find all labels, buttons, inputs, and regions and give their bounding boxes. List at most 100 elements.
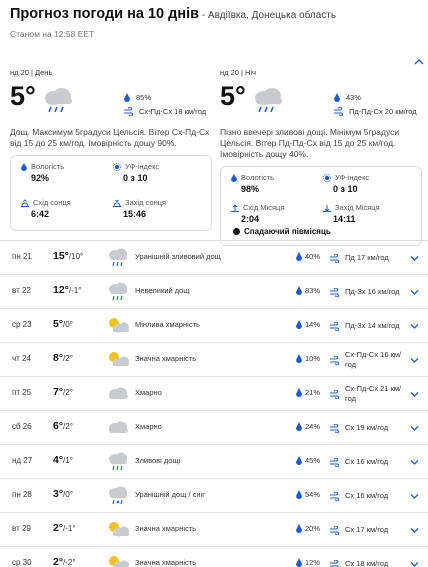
forecast-row[interactable]: пт 25 7°/2° Хмарно 21% Сх-Пд-Сх 21 км/год bbox=[0, 376, 428, 410]
forecast-precip: 54% bbox=[296, 490, 320, 499]
chevron-down-icon[interactable] bbox=[410, 289, 419, 296]
chevron-down-icon[interactable] bbox=[410, 493, 419, 500]
forecast-low: /1° bbox=[63, 456, 73, 465]
forecast-high: 2° bbox=[53, 522, 64, 534]
humidity-icon bbox=[21, 162, 27, 171]
collapse-chevron-icon[interactable] bbox=[414, 58, 424, 66]
day-info-box: Вологість 92% УФ-індекс 0 з 10 Схід сонц… bbox=[10, 155, 212, 231]
night-precip-chance: 43% bbox=[334, 93, 361, 102]
forecast-description: Значна хмарність bbox=[135, 354, 197, 363]
rain-cloud-icon bbox=[109, 452, 127, 471]
forecast-wind: Сх 16 км/год bbox=[330, 479, 408, 513]
wind-icon bbox=[330, 287, 339, 297]
forecast-high: 4° bbox=[53, 454, 64, 466]
forecast-description: Хмарно bbox=[135, 388, 162, 397]
forecast-low: /0° bbox=[63, 320, 73, 329]
partly-cloudy-icon bbox=[109, 556, 129, 567]
cloud-icon bbox=[109, 421, 128, 433]
forecast-wind: Сх 16 км/год bbox=[330, 445, 408, 479]
page-title: Прогноз погоди на 10 днів bbox=[10, 6, 200, 22]
night-moonset: Захід Місяця 14:11 bbox=[323, 203, 380, 224]
moon-phase-icon bbox=[233, 228, 240, 235]
forecast-date: пт 25 bbox=[12, 388, 32, 397]
forecast-row[interactable]: вт 22 12°/-1° Невеликий дощ 83% Пд-Зх 16 км/… bbox=[0, 274, 428, 308]
forecast-high: 15° bbox=[53, 250, 69, 262]
forecast-low: /2° bbox=[63, 354, 73, 363]
forecast-temperature: 2°/-1° bbox=[53, 522, 76, 534]
wind-icon bbox=[330, 559, 339, 567]
forecast-temperature: 4°/1° bbox=[53, 454, 73, 466]
forecast-table: пн 21 15°/10° Уранішній зливовий дощ 40% Пд … bbox=[0, 240, 428, 567]
forecast-date: вт 29 bbox=[12, 524, 31, 533]
forecast-row[interactable]: нд 27 4°/1° Зливові дощі 45% Сх 16 км/год bbox=[0, 444, 428, 478]
partly-cloudy-icon bbox=[109, 318, 129, 333]
day-precip-chance: 85% bbox=[124, 93, 151, 102]
sunset-icon bbox=[113, 199, 121, 207]
forecast-temperature: 3°/0° bbox=[53, 488, 73, 500]
forecast-row[interactable]: чт 24 8°/2° Значна хмарність 10% Сх-Пд-Сх 16… bbox=[0, 342, 428, 376]
night-info-box: Вологість 98% УФ-індекс 0 з 10 Схід Міся… bbox=[220, 166, 422, 246]
chevron-down-icon[interactable] bbox=[410, 425, 419, 432]
forecast-low: /-2° bbox=[63, 558, 76, 567]
raindrop-icon bbox=[296, 422, 302, 431]
forecast-date: чт 24 bbox=[12, 354, 31, 363]
forecast-description: Хмарно bbox=[135, 422, 162, 431]
forecast-precip: 14% bbox=[296, 320, 320, 329]
chevron-down-icon[interactable] bbox=[410, 255, 419, 262]
rain-snow-icon bbox=[109, 486, 127, 505]
forecast-wind: Пд 17 км/год bbox=[330, 241, 408, 275]
raindrop-icon bbox=[124, 93, 130, 102]
chevron-down-icon[interactable] bbox=[410, 561, 419, 567]
night-details-card: нд 20 | Ніч 5° 43% Пд-Пд-Сх 20 км/год Пі… bbox=[220, 68, 422, 256]
moonrise-icon bbox=[231, 203, 239, 212]
forecast-precip: 83% bbox=[296, 286, 320, 295]
day-date-label: нд 20 | День bbox=[10, 68, 53, 77]
page-header: Прогноз погоди на 10 днів - Авдіївка, До… bbox=[10, 4, 420, 39]
forecast-temperature: 2°/-2° bbox=[53, 556, 76, 567]
forecast-row[interactable]: сб 26 6°/2° Хмарно 24% Сх 19 км/год bbox=[0, 410, 428, 444]
forecast-description: Зливові дощі bbox=[135, 456, 181, 465]
chevron-down-icon[interactable] bbox=[410, 323, 419, 330]
day-uv-index: УФ-індекс 0 з 10 bbox=[113, 162, 159, 183]
forecast-description: Уранішній дощ / сніг bbox=[135, 490, 205, 499]
forecast-high: 3° bbox=[53, 488, 64, 500]
night-uv-index: УФ-індекс 0 з 10 bbox=[323, 173, 369, 194]
forecast-row[interactable]: вт 29 2°/-1° Значна хмарність 20% Сх 17 км/г… bbox=[0, 512, 428, 546]
day-description: Дощ. Максимум 5градуси Цельсія. Вітер Сх… bbox=[10, 127, 210, 148]
raindrop-icon bbox=[296, 252, 302, 261]
cloud-icon bbox=[109, 387, 128, 399]
wind-icon bbox=[330, 457, 339, 467]
forecast-date: пн 28 bbox=[12, 490, 32, 499]
forecast-temperature: 8°/2° bbox=[53, 352, 73, 364]
wind-icon bbox=[330, 423, 339, 433]
forecast-low: /-1° bbox=[68, 286, 82, 295]
forecast-precip: 24% bbox=[296, 422, 320, 431]
chevron-down-icon[interactable] bbox=[410, 527, 419, 534]
wind-icon bbox=[330, 253, 339, 263]
forecast-description: Значна хмарність bbox=[135, 524, 197, 533]
forecast-row[interactable]: пн 21 15°/10° Уранішній зливовий дощ 40% Пд … bbox=[0, 240, 428, 274]
day-sunset: Захід сонця 15:46 bbox=[113, 198, 166, 219]
chevron-down-icon[interactable] bbox=[410, 357, 419, 364]
chevron-down-icon[interactable] bbox=[410, 391, 419, 398]
forecast-date: ср 23 bbox=[12, 320, 32, 329]
wind-icon bbox=[330, 355, 339, 365]
forecast-precip: 12% bbox=[296, 558, 320, 567]
as-of-label: Станом на 12:58 EET bbox=[10, 29, 95, 39]
forecast-low: /2° bbox=[63, 388, 73, 397]
raindrop-icon bbox=[296, 388, 302, 397]
partly-cloudy-icon bbox=[109, 522, 129, 537]
forecast-wind: Пд-Зх 16 км/год bbox=[330, 275, 408, 309]
chevron-down-icon[interactable] bbox=[410, 459, 419, 466]
rain-cloud-icon bbox=[109, 248, 127, 267]
humidity-icon bbox=[231, 173, 237, 182]
forecast-wind: Сх 18 км/год bbox=[330, 547, 408, 567]
forecast-row[interactable]: ср 30 2°/-2° Значна хмарність 12% Сх 18 км/г… bbox=[0, 546, 428, 567]
forecast-temperature: 15°/10° bbox=[53, 250, 83, 262]
forecast-wind: Сх-Пд-Сх 16 км/год bbox=[330, 343, 408, 377]
forecast-date: нд 27 bbox=[12, 456, 33, 465]
forecast-row[interactable]: пн 28 3°/0° Уранішній дощ / сніг 54% Сх 16 к… bbox=[0, 478, 428, 512]
wind-icon bbox=[330, 525, 339, 535]
wind-icon bbox=[330, 321, 339, 331]
forecast-row[interactable]: ср 23 5°/0° Мінлива хмарність 14% Пд-Зх 14 к… bbox=[0, 308, 428, 342]
